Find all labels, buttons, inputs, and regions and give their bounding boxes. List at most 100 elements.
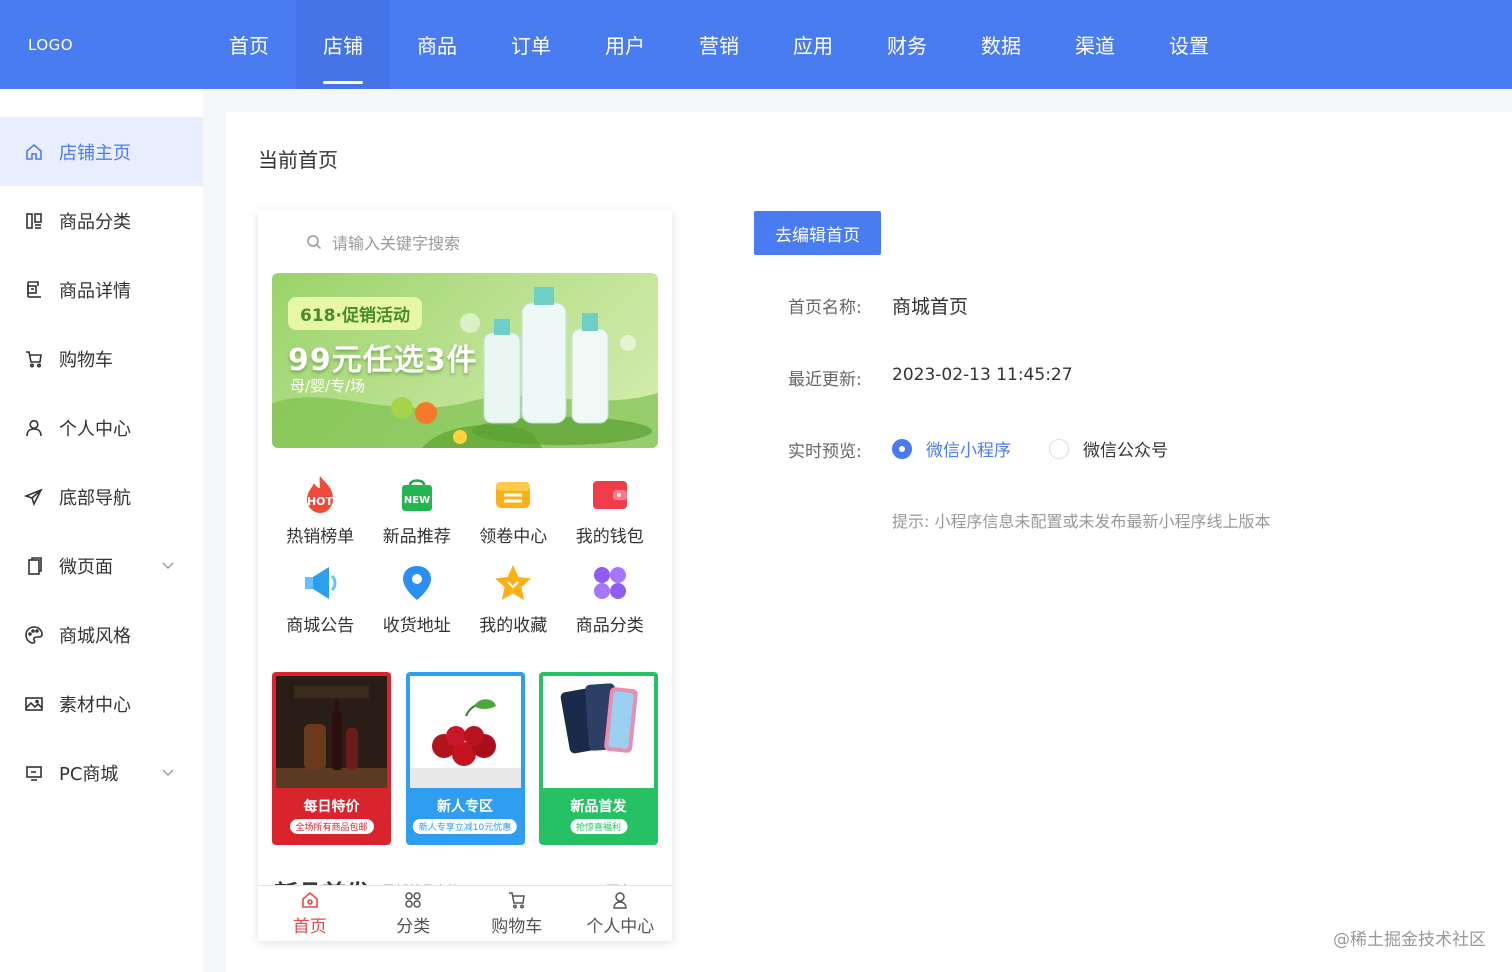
tab-label: 分类 xyxy=(396,917,431,937)
card-subtitle: 全场所有商品包邮 xyxy=(289,819,374,834)
sidebar-item-detail[interactable]: 商品详情 xyxy=(0,255,203,324)
sidebar-item-materials[interactable]: 素材中心 xyxy=(0,669,203,738)
grid-item-new[interactable]: NEW 新品推荐 xyxy=(369,472,466,547)
hot-icon: HOT xyxy=(298,472,342,516)
topnav-settings[interactable]: 设置 xyxy=(1142,0,1236,89)
user-tab-icon xyxy=(613,892,628,909)
phone-image xyxy=(543,676,654,788)
card-title: 每日特价 xyxy=(303,799,360,815)
radio-wechat-miniprogram[interactable]: 微信小程序 xyxy=(892,436,1011,461)
topnav-orders[interactable]: 订单 xyxy=(484,0,578,89)
topnav-products[interactable]: 商品 xyxy=(390,0,484,89)
sidebar-item-micro-page[interactable]: 微页面 xyxy=(0,531,203,600)
tab-category[interactable]: 分类 xyxy=(362,886,466,941)
grid-item-hot[interactable]: HOT 热销榜单 xyxy=(272,472,369,547)
grid-label: 商品分类 xyxy=(575,616,644,636)
card-newcomer[interactable]: 新人专区 新人专享立减10元优惠 xyxy=(405,672,525,845)
last-updated-value: 2023-02-13 11:45:27 xyxy=(892,365,1073,385)
category-icon xyxy=(24,211,44,231)
radio-wechat-official[interactable]: 微信公众号 xyxy=(1049,436,1168,461)
sidebar-item-label: 微页面 xyxy=(59,556,113,578)
grid-item-address[interactable]: 收货地址 xyxy=(369,561,466,636)
grid-item-wallet[interactable]: 我的钱包 xyxy=(562,472,659,547)
cherry-image xyxy=(409,676,521,788)
grid-item-category[interactable]: 商品分类 xyxy=(562,561,659,636)
grid-label: 热销榜单 xyxy=(286,527,355,547)
grid-tab-icon xyxy=(405,892,421,908)
cart-icon xyxy=(24,349,44,369)
edit-homepage-button[interactable]: 去编辑首页 xyxy=(754,211,881,255)
topnav-marketing[interactable]: 营销 xyxy=(672,0,766,89)
grid-item-favorites[interactable]: 我的收藏 xyxy=(465,561,562,636)
sidebar-item-label: 购物车 xyxy=(59,349,113,371)
hot-badge: HOT xyxy=(307,495,334,508)
grid-label: 领卷中心 xyxy=(479,527,548,547)
sidebar-item-label: 商品分类 xyxy=(59,211,131,233)
tab-label: 个人中心 xyxy=(586,917,655,937)
search-icon xyxy=(307,235,322,250)
home-tab-icon xyxy=(301,891,318,908)
sidebar-item-bottom-nav[interactable]: 底部导航 xyxy=(0,462,203,531)
sidebar-item-profile[interactable]: 个人中心 xyxy=(0,393,203,462)
tab-label: 首页 xyxy=(292,917,327,937)
promo-cards: 每日特价 全场所有商品包邮 新人专区 新人专享立减10元优惠 新品首发 抢惊喜福… xyxy=(272,672,658,845)
wallet-icon xyxy=(588,472,632,516)
new-badge: NEW xyxy=(404,495,430,506)
topnav-home[interactable]: 首页 xyxy=(202,0,296,89)
top-nav: 首页 店铺 商品 订单 用户 营销 应用 财务 数据 渠道 设置 xyxy=(202,0,1236,89)
tab-cart[interactable]: 购物车 xyxy=(465,886,569,941)
topnav-data[interactable]: 数据 xyxy=(954,0,1048,89)
sidebar-item-style[interactable]: 商城风格 xyxy=(0,600,203,669)
phone-search-bar[interactable]: 请输入关键字搜索 xyxy=(306,230,460,254)
page-title: 当前首页 xyxy=(258,148,338,172)
topnav-channels[interactable]: 渠道 xyxy=(1048,0,1142,89)
sidebar-item-category[interactable]: 商品分类 xyxy=(0,186,203,255)
sidebar-item-store-home[interactable]: 店铺主页 xyxy=(0,117,203,186)
banner-subtitle: 母/婴/专/场 xyxy=(290,377,366,395)
radio-dot xyxy=(892,438,912,459)
phone-tabbar: 首页 分类 购物车 个人中心 xyxy=(258,885,672,941)
grid-label: 我的收藏 xyxy=(479,616,548,636)
sidebar-item-label: 素材中心 xyxy=(59,694,131,716)
topnav-store[interactable]: 店铺 xyxy=(296,0,390,89)
sidebar-item-label: PC商城 xyxy=(59,763,119,785)
topnav-apps[interactable]: 应用 xyxy=(766,0,860,89)
new-bag-icon: NEW xyxy=(395,472,439,516)
sidebar-item-cart[interactable]: 购物车 xyxy=(0,324,203,393)
detail-icon xyxy=(24,280,44,300)
cart-tab-icon xyxy=(508,892,525,909)
chevron-down-icon[interactable] xyxy=(161,765,175,779)
topnav-finance[interactable]: 财务 xyxy=(860,0,954,89)
main-panel: 当前首页 请输入关键字搜索 618·促销活动 99元任选3件 母/婴/专/场 H… xyxy=(226,112,1512,972)
card-new-arrivals[interactable]: 新品首发 抢惊喜福利 xyxy=(539,672,658,845)
clover-icon xyxy=(588,561,632,605)
card-title: 新品首发 xyxy=(570,799,627,815)
sidebar-item-pc-mall[interactable]: PC商城 xyxy=(0,738,203,807)
promo-banner[interactable]: 618·促销活动 99元任选3件 母/婴/专/场 xyxy=(272,273,658,448)
card-subtitle: 抢惊喜福利 xyxy=(569,819,628,834)
sidebar-item-label: 底部导航 xyxy=(59,487,131,509)
tab-home[interactable]: 首页 xyxy=(258,886,362,941)
grid-label: 我的钱包 xyxy=(575,527,644,547)
radio-label: 微信小程序 xyxy=(926,441,1011,461)
grid-label: 商城公告 xyxy=(286,616,355,636)
banner-tag: 618·促销活动 xyxy=(288,297,422,330)
grid-item-notice[interactable]: 商城公告 xyxy=(272,561,369,636)
card-subtitle: 新人专享立减10元优惠 xyxy=(412,819,518,834)
sidebar-item-label: 店铺主页 xyxy=(59,142,131,164)
radio-dot xyxy=(1049,438,1069,459)
card-daily-deals[interactable]: 每日特价 全场所有商品包邮 xyxy=(272,672,391,845)
image-icon xyxy=(24,694,44,714)
wine-image xyxy=(276,676,387,788)
grid-label: 新品推荐 xyxy=(382,527,451,547)
shortcut-grid: HOT 热销榜单 NEW 新品推荐 领卷中心 我的钱包 商城公告 收货地址 我的… xyxy=(272,472,658,636)
grid-item-coupon[interactable]: 领卷中心 xyxy=(465,472,562,547)
homepage-name-label: 首页名称: xyxy=(788,298,862,318)
tab-profile[interactable]: 个人中心 xyxy=(569,886,673,941)
logo[interactable]: LOGO xyxy=(28,36,73,54)
chevron-down-icon[interactable] xyxy=(161,558,175,572)
tab-label: 购物车 xyxy=(491,917,543,937)
radio-label: 微信公众号 xyxy=(1083,441,1168,461)
star-icon xyxy=(491,561,535,605)
topnav-users[interactable]: 用户 xyxy=(578,0,672,89)
